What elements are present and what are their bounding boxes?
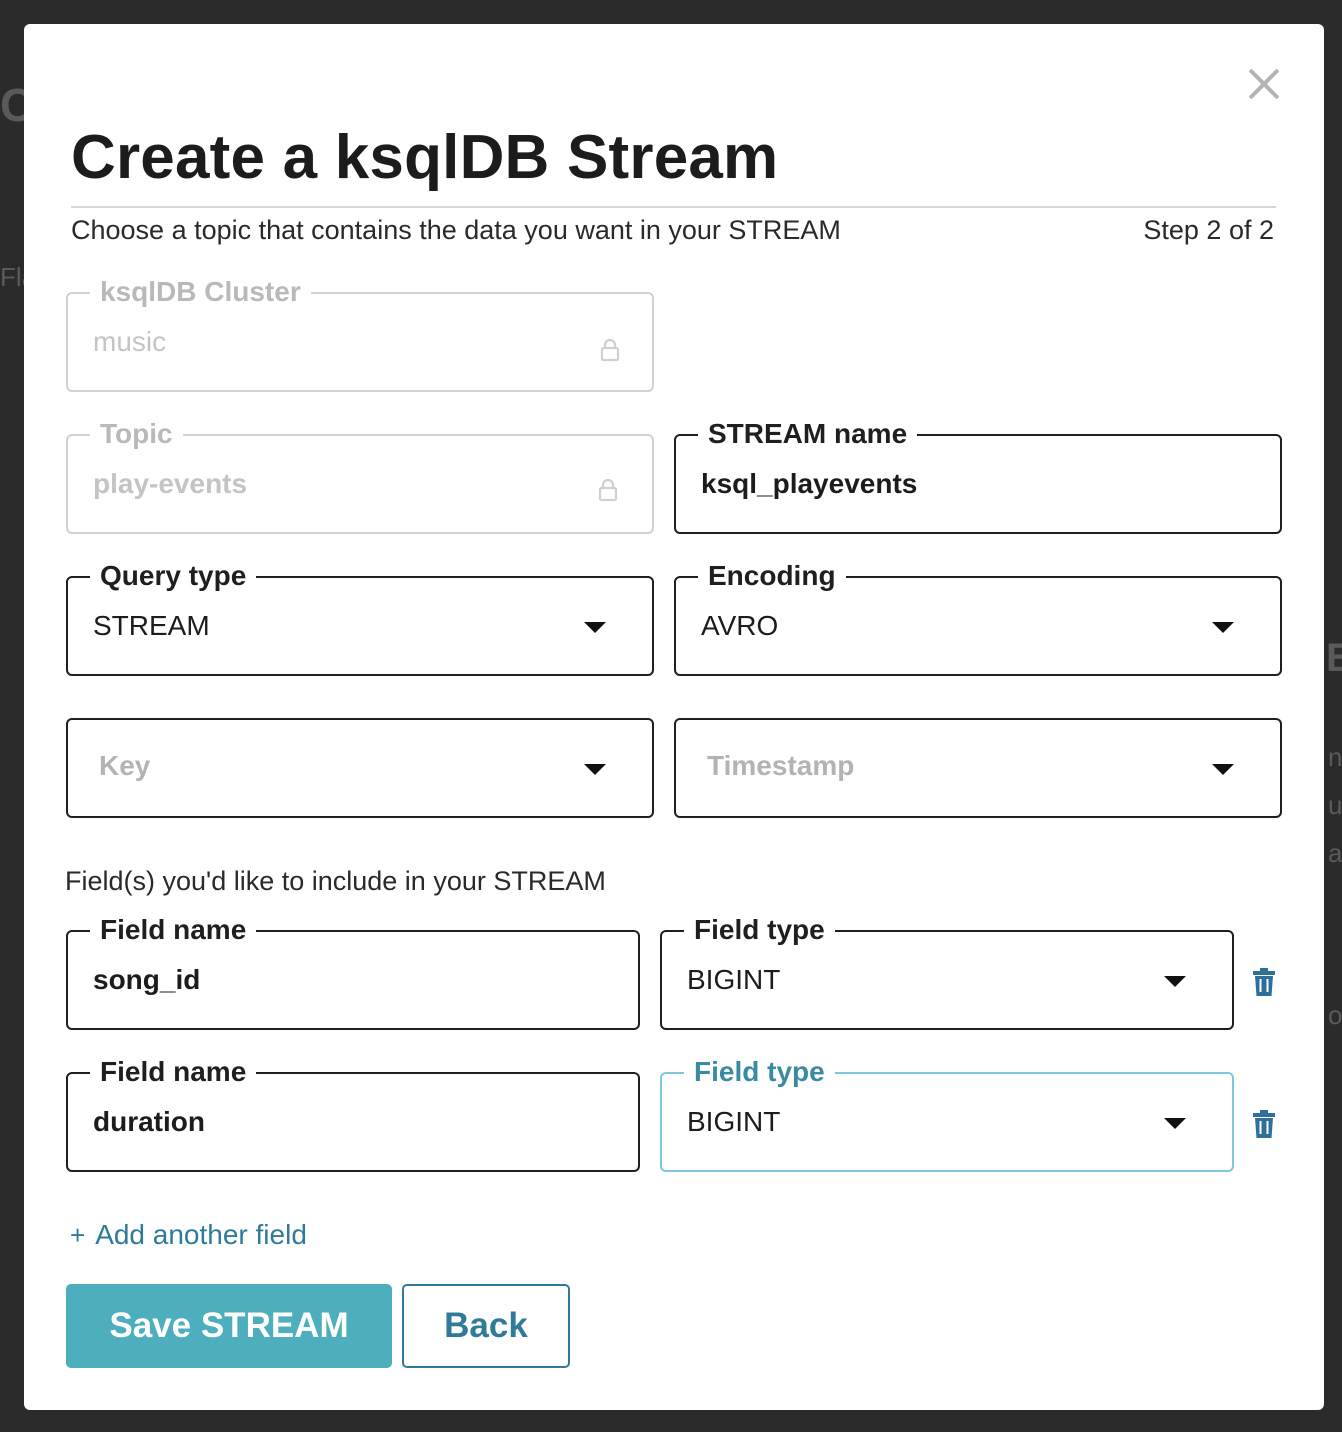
chevron-down-icon bbox=[1212, 764, 1234, 775]
cluster-field: ksqlDB Cluster music bbox=[66, 274, 654, 392]
add-field-button[interactable]: + Add another field bbox=[70, 1219, 307, 1251]
query-type-value: STREAM bbox=[93, 610, 210, 641]
background-text-fragment: o bbox=[1328, 1000, 1342, 1030]
query-type-select[interactable]: Query type STREAM bbox=[66, 558, 654, 676]
key-select[interactable]: Key bbox=[66, 718, 654, 818]
trash-icon[interactable] bbox=[1253, 1110, 1275, 1138]
add-field-label: Add another field bbox=[95, 1219, 307, 1250]
timestamp-placeholder: Timestamp bbox=[707, 750, 855, 781]
query-type-label: Query type bbox=[90, 558, 257, 594]
field-type-label: Field type bbox=[684, 1054, 835, 1090]
field-name-label: Field name bbox=[90, 912, 257, 948]
field-name-value: song_id bbox=[93, 964, 201, 995]
chevron-down-icon bbox=[1164, 1118, 1186, 1129]
step-indicator: Step 2 of 2 bbox=[1143, 215, 1274, 245]
stream-name-input[interactable]: STREAM name ksql_playevents bbox=[674, 416, 1282, 534]
background-text-fragment: a bbox=[1328, 838, 1342, 868]
field-name-label: Field name bbox=[90, 1054, 257, 1090]
stream-name-value: ksql_playevents bbox=[701, 468, 918, 499]
create-stream-dialog: Create a ksqlDB Stream Choose a topic th… bbox=[24, 24, 1324, 1410]
encoding-select[interactable]: Encoding AVRO bbox=[674, 558, 1282, 676]
field-type-value: BIGINT bbox=[687, 964, 781, 995]
dialog-title: Create a ksqlDB Stream bbox=[71, 123, 779, 192]
field-type-label: Field type bbox=[684, 912, 835, 948]
save-stream-button[interactable]: Save STREAM bbox=[66, 1284, 392, 1368]
chevron-down-icon bbox=[584, 764, 606, 775]
chevron-down-icon bbox=[584, 622, 606, 633]
timestamp-select[interactable]: Timestamp bbox=[674, 718, 1282, 818]
encoding-label: Encoding bbox=[698, 558, 846, 594]
field-type-select[interactable]: Field type BIGINT bbox=[660, 1054, 1234, 1172]
cluster-field-value: music bbox=[93, 326, 167, 357]
cluster-field-label: ksqlDB Cluster bbox=[90, 274, 311, 310]
field-name-value: duration bbox=[93, 1106, 205, 1137]
title-divider bbox=[71, 206, 1276, 208]
background-text-fragment: u bbox=[1328, 790, 1342, 820]
topic-field-value: play-events bbox=[93, 468, 248, 499]
field-name-input[interactable]: Field name duration bbox=[66, 1054, 640, 1172]
topic-field: Topic play-events bbox=[66, 416, 654, 534]
stream-name-label: STREAM name bbox=[698, 416, 918, 452]
close-icon[interactable] bbox=[1246, 66, 1282, 102]
trash-icon[interactable] bbox=[1253, 968, 1275, 996]
key-placeholder: Key bbox=[99, 750, 151, 781]
field-type-select[interactable]: Field type BIGINT bbox=[660, 912, 1234, 1030]
field-type-value: BIGINT bbox=[687, 1106, 781, 1137]
dialog-subtitle: Choose a topic that contains the data yo… bbox=[71, 215, 841, 245]
encoding-value: AVRO bbox=[701, 610, 779, 641]
chevron-down-icon bbox=[1212, 622, 1234, 633]
back-button[interactable]: Back bbox=[402, 1284, 570, 1368]
lock-icon bbox=[598, 478, 618, 502]
lock-icon bbox=[600, 338, 620, 362]
chevron-down-icon bbox=[1164, 976, 1186, 987]
background-text-fragment: B bbox=[1326, 636, 1342, 680]
field-name-input[interactable]: Field name song_id bbox=[66, 912, 640, 1030]
fields-section-label: Field(s) you'd like to include in your S… bbox=[65, 866, 606, 896]
background-text-fragment: n bbox=[1328, 742, 1342, 772]
plus-icon: + bbox=[70, 1220, 86, 1250]
topic-field-label: Topic bbox=[90, 416, 183, 452]
